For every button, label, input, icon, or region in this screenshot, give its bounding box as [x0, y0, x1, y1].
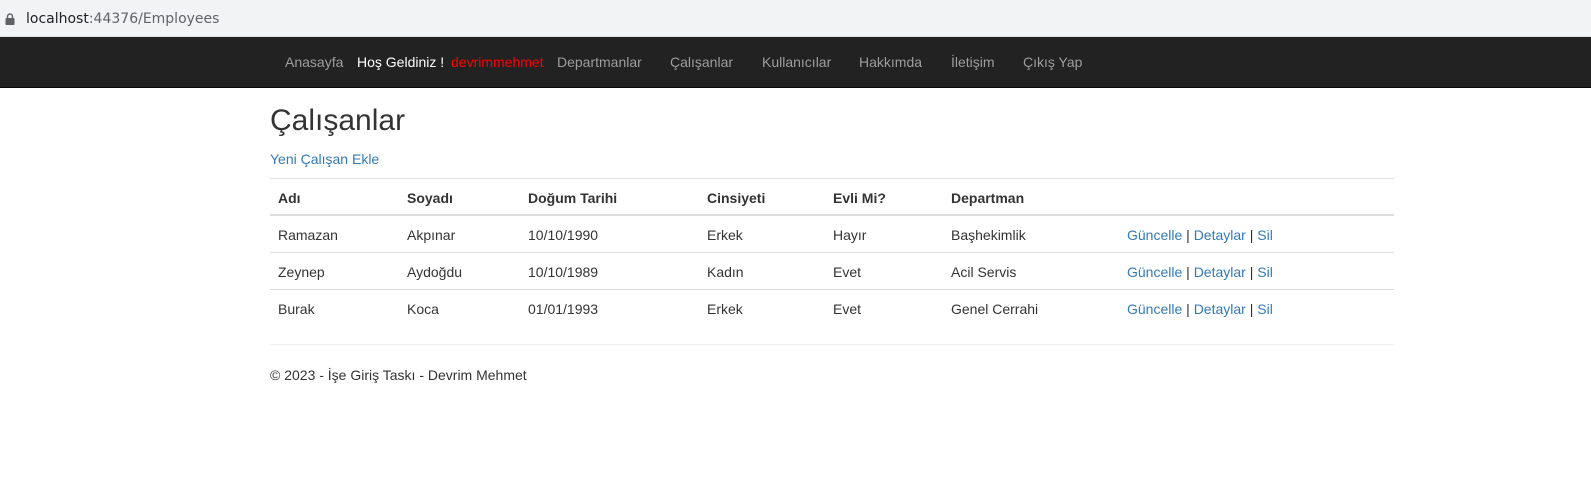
nav-logout[interactable]: Çıkış Yap [1023, 54, 1082, 70]
url-host: localhost [26, 11, 89, 27]
action-separator: | [1249, 301, 1254, 317]
delete-link[interactable]: Sil [1257, 227, 1273, 243]
edit-link[interactable]: Güncelle [1127, 227, 1182, 243]
row-actions: Güncelle | Detaylar | Sil [1127, 227, 1273, 243]
footer-text: © 2023 - İşe Giriş Taskı - Devrim Mehmet [270, 367, 527, 383]
header-department: Departman [951, 190, 1025, 206]
nav-employees[interactable]: Çalışanlar [670, 54, 733, 70]
details-link[interactable]: Detaylar [1194, 264, 1246, 280]
header-married: Evli Mi? [833, 190, 886, 206]
cell-birth-date: 10/10/1990 [528, 227, 599, 243]
action-separator: | [1249, 264, 1254, 280]
action-separator: | [1186, 264, 1190, 280]
username-label: devrimmehmet [451, 54, 544, 70]
header-birth-date: Doğum Tarihi [528, 190, 618, 206]
header-first-name: Adı [278, 190, 301, 206]
cell-first-name: Ramazan [278, 227, 338, 243]
cell-last-name: Aydoğdu [407, 264, 463, 280]
url-path: :44376/Employees [88, 11, 220, 27]
delete-link[interactable]: Sil [1257, 301, 1273, 317]
cell-birth-date: 01/01/1993 [528, 301, 599, 317]
cell-married: Hayır [833, 227, 867, 243]
table-header-row: Adı Soyadı Doğum Tarihi Cinsiyeti Evli M… [270, 178, 1394, 215]
details-link[interactable]: Detaylar [1194, 301, 1246, 317]
cell-department: Acil Servis [951, 264, 1017, 280]
cell-last-name: Akpınar [407, 227, 456, 243]
footer-divider [270, 344, 1394, 345]
cell-department: Başhekimlik [951, 227, 1026, 243]
details-link[interactable]: Detaylar [1194, 227, 1246, 243]
cell-gender: Kadın [707, 264, 744, 280]
table-row: Zeynep Aydoğdu 10/10/1989 Kadın Evet Aci… [270, 252, 1394, 289]
cell-gender: Erkek [707, 301, 743, 317]
header-last-name: Soyadı [407, 190, 453, 206]
cell-gender: Erkek [707, 227, 743, 243]
cell-first-name: Burak [278, 301, 315, 317]
cell-last-name: Koca [407, 301, 439, 317]
row-actions: Güncelle | Detaylar | Sil [1127, 264, 1273, 280]
action-separator: | [1186, 301, 1190, 317]
nav-about[interactable]: Hakkımda [859, 54, 922, 70]
nav-departments[interactable]: Departmanlar [557, 54, 642, 70]
welcome-text: Hoş Geldiniz ! [357, 54, 445, 70]
employees-table: Adı Soyadı Doğum Tarihi Cinsiyeti Evli M… [270, 178, 1394, 326]
delete-link[interactable]: Sil [1257, 264, 1273, 280]
nav-users[interactable]: Kullanıcılar [762, 54, 831, 70]
cell-birth-date: 10/10/1989 [528, 264, 599, 280]
browser-address-bar[interactable]: localhost:44376/Employees [0, 0, 1591, 37]
row-actions: Güncelle | Detaylar | Sil [1127, 301, 1273, 317]
cell-married: Evet [833, 264, 862, 280]
nav-contact[interactable]: İletişim [951, 54, 995, 70]
lock-icon [5, 13, 15, 25]
header-gender: Cinsiyeti [707, 190, 766, 206]
action-separator: | [1249, 227, 1254, 243]
cell-department: Genel Cerrahi [951, 301, 1039, 317]
cell-married: Evet [833, 301, 862, 317]
action-separator: | [1186, 227, 1190, 243]
edit-link[interactable]: Güncelle [1127, 264, 1182, 280]
top-navbar: Anasayfa Hoş Geldiniz ! devrimmehmet Dep… [0, 37, 1591, 88]
table-row: Burak Koca 01/01/1993 Erkek Evet Genel C… [270, 289, 1394, 326]
cell-first-name: Zeynep [278, 264, 325, 280]
url-text[interactable]: localhost:44376/Employees [26, 11, 219, 27]
page-title: Çalışanlar [270, 104, 406, 137]
table-row: Ramazan Akpınar 10/10/1990 Erkek Hayır B… [270, 215, 1394, 252]
edit-link[interactable]: Güncelle [1127, 301, 1182, 317]
nav-home[interactable]: Anasayfa [285, 54, 343, 70]
add-employee-link[interactable]: Yeni Çalışan Ekle [270, 151, 379, 167]
